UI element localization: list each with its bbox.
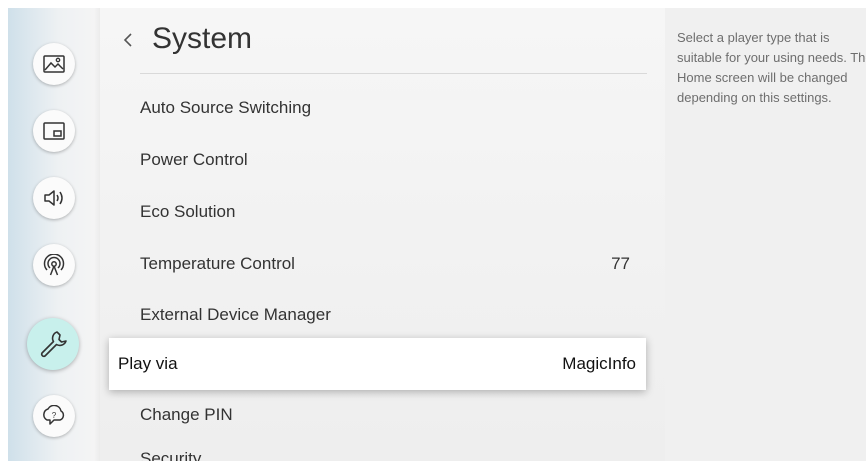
menu-item-value: 77: [611, 254, 630, 273]
back-button[interactable]: [116, 30, 140, 54]
menu-item-power-control[interactable]: Power Control: [140, 134, 630, 186]
menu-item-value: MagicInfo: [562, 354, 636, 373]
sidebar-item-system[interactable]: [27, 318, 79, 370]
menu-item-label: Eco Solution: [140, 202, 236, 221]
menu-item-label: Security: [140, 449, 202, 461]
svg-text:?: ?: [52, 411, 57, 420]
menu-item-play-via[interactable]: Play via MagicInfo: [109, 338, 646, 390]
menu-item-label: Temperature Control: [140, 254, 295, 273]
menu-item-eco-solution[interactable]: Eco Solution: [140, 186, 630, 238]
wrench-icon: [38, 329, 68, 359]
menu-item-label: External Device Manager: [140, 305, 331, 324]
page-title: System: [152, 22, 253, 55]
menu-item-external-device-manager[interactable]: External Device Manager: [140, 289, 630, 341]
settings-screen: ? System Auto Source Switching Power Con…: [8, 8, 866, 461]
title-divider: [140, 73, 647, 74]
system-menu: System Auto Source Switching Power Contr…: [100, 8, 665, 461]
sound-icon: [43, 188, 65, 208]
help-panel: Select a player type that is suitable fo…: [665, 8, 866, 461]
sidebar-item-pip[interactable]: [33, 110, 75, 152]
menu-item-label: Power Control: [140, 150, 248, 169]
pip-screen-icon: [43, 122, 65, 140]
menu-item-label: Change PIN: [140, 405, 233, 424]
menu-item-temperature-control[interactable]: Temperature Control 77: [140, 238, 630, 290]
menu-item-label: Play via: [118, 354, 178, 373]
menu-item-change-pin[interactable]: Change PIN: [140, 389, 630, 441]
menu-item-security[interactable]: Security: [140, 444, 630, 461]
chevron-left-icon: [123, 32, 133, 53]
menu-item-auto-source-switching[interactable]: Auto Source Switching: [140, 82, 630, 134]
settings-sidebar: ?: [8, 8, 100, 461]
support-icon: ?: [42, 405, 66, 427]
sidebar-item-picture[interactable]: [33, 43, 75, 85]
menu-item-label: Auto Source Switching: [140, 98, 312, 117]
sidebar-item-network[interactable]: [33, 244, 75, 286]
sidebar-item-support[interactable]: ?: [33, 395, 75, 437]
network-icon: [43, 254, 65, 276]
sidebar-item-sound[interactable]: [33, 177, 75, 219]
picture-icon: [43, 55, 65, 73]
help-text: Select a player type that is suitable fo…: [677, 30, 866, 105]
